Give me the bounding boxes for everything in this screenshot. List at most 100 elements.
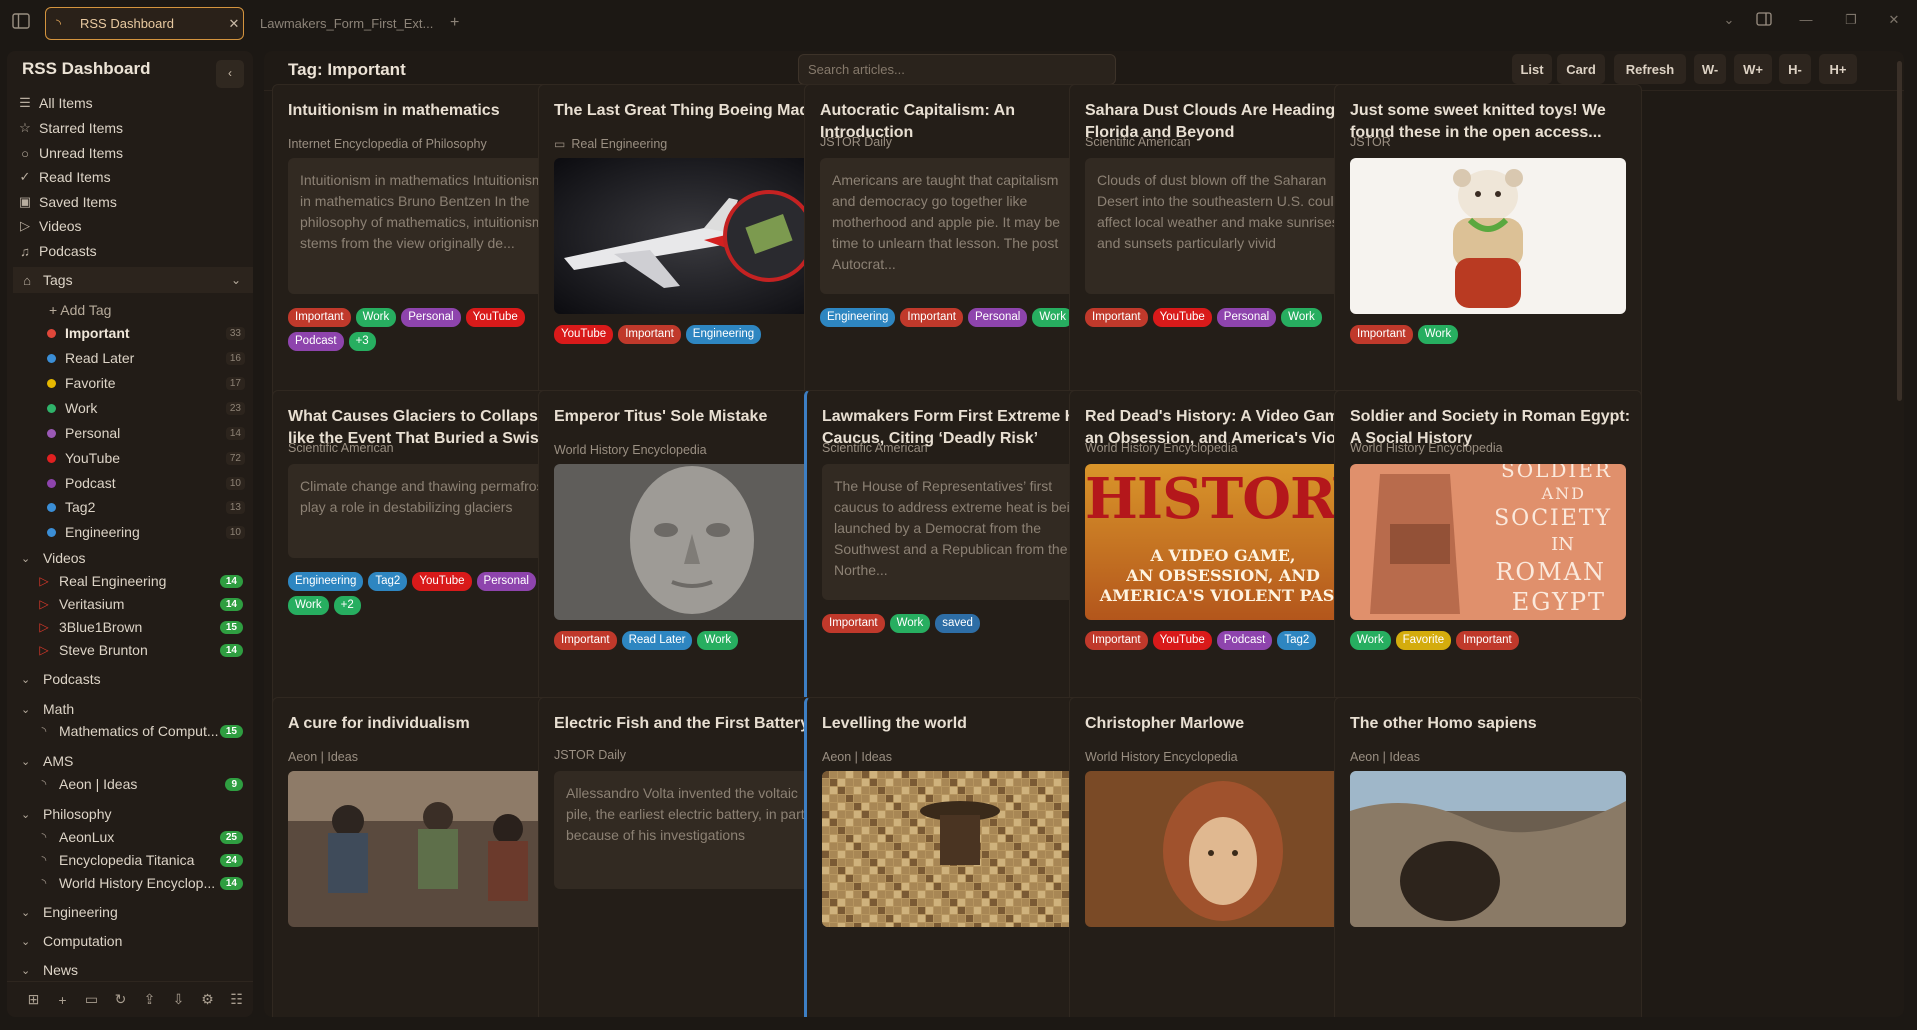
article-card[interactable]: Electric Fish and the First Battery JSTOR… (538, 697, 846, 1017)
minimize-icon[interactable]: — (1795, 12, 1817, 34)
list-view-button[interactable]: List (1512, 54, 1552, 84)
chevron-down-icon[interactable]: ⌄ (1718, 12, 1740, 34)
tag-item-read-later[interactable]: Read Later 16 (47, 347, 249, 369)
folder-computation[interactable]: ⌄ Computation (21, 930, 251, 952)
tag-badge[interactable]: YouTube (465, 308, 525, 327)
add-folder-icon[interactable]: ⊞ (19, 991, 48, 1008)
folder-podcasts[interactable]: ⌄ Podcasts (21, 668, 251, 690)
tag-badge[interactable]: Important (822, 614, 885, 633)
refresh-button[interactable]: Refresh (1614, 54, 1686, 84)
tag-badge[interactable]: YouTube (1152, 631, 1212, 650)
tag-badge[interactable]: Tag2 (1277, 631, 1317, 650)
article-card[interactable]: Red Dead's History: A Video Game, an Obs… (1069, 390, 1377, 750)
article-title[interactable]: The other Homo sapiens (1350, 713, 1632, 735)
article-card[interactable]: A cure for individualism Aeon | Ideas (272, 697, 580, 1017)
new-tab-button[interactable]: + (450, 14, 459, 32)
article-title[interactable]: Just some sweet knitted toys! We found t… (1350, 100, 1632, 144)
tag-item-work[interactable]: Work 23 (47, 397, 249, 419)
card-view-button[interactable]: Card (1557, 54, 1605, 84)
tag-item-favorite[interactable]: Favorite 17 (47, 372, 249, 394)
tag-badge[interactable]: Important (1085, 631, 1148, 650)
tag-badge[interactable]: Work (1350, 631, 1391, 650)
article-card[interactable]: Levelling the world Aeon | Ideas (804, 697, 1112, 1017)
tag-badge[interactable]: Important (1085, 308, 1148, 327)
feed-item[interactable]: ◝ Encyclopedia Titanica 24 (37, 849, 249, 871)
tag-item-youtube[interactable]: YouTube 72 (47, 447, 249, 469)
close-icon[interactable]: ✕ (225, 16, 243, 32)
import-icon[interactable]: ⇩ (164, 991, 193, 1008)
tag-badge[interactable]: Important (900, 308, 963, 327)
height-decrease-button[interactable]: H- (1779, 54, 1811, 84)
width-increase-button[interactable]: W+ (1734, 54, 1772, 84)
feed-item[interactable]: ◝ AeonLux 25 (37, 826, 249, 848)
tag-badge[interactable]: Personal (401, 308, 461, 327)
export-icon[interactable]: ⇪ (135, 991, 164, 1008)
tag-badge[interactable]: YouTube (412, 572, 472, 591)
tag-badge[interactable]: Work (1281, 308, 1322, 327)
tag-badge[interactable]: saved (935, 614, 980, 633)
tag-badge[interactable]: Important (554, 631, 617, 650)
article-card[interactable]: Soldier and Society in Roman Egypt: A So… (1334, 390, 1642, 750)
tag-badge[interactable]: Work (889, 614, 931, 633)
folder-engineering[interactable]: ⌄ Engineering (21, 901, 251, 923)
article-title[interactable]: A cure for individualism (288, 713, 570, 735)
gear-icon[interactable]: ⚙ (193, 991, 222, 1008)
folder-ams[interactable]: ⌄ AMS (21, 750, 251, 772)
feed-item[interactable]: ▷ Real Engineering 14 (37, 570, 249, 592)
feed-item[interactable]: ▷ Steve Brunton 14 (37, 639, 249, 661)
article-card[interactable]: Emperor Titus' Sole Mistake World History… (538, 390, 846, 750)
split-view-icon[interactable] (1753, 12, 1775, 34)
scrollbar[interactable] (1897, 61, 1902, 401)
nav-read-items[interactable]: ✓ Read Items (17, 166, 247, 188)
tag-badge[interactable]: YouTube (554, 325, 614, 344)
tags-section-header[interactable]: ⌂ Tags ⌄ (13, 267, 253, 293)
video-icon[interactable]: ▭ (77, 991, 106, 1008)
tag-badge[interactable]: Work (288, 596, 329, 615)
article-title[interactable]: Electric Fish and the First Battery (554, 713, 836, 735)
maximize-icon[interactable]: ❐ (1840, 12, 1862, 34)
tag-item-tag2[interactable]: Tag2 13 (47, 496, 249, 518)
add-tag-button[interactable]: + Add Tag (49, 302, 111, 318)
article-card[interactable]: Lawmakers Form First Extreme Heat Caucus… (804, 390, 1112, 750)
article-title[interactable]: Emperor Titus' Sole Mistake (554, 406, 836, 428)
feed-item[interactable]: ▷ 3Blue1Brown 15 (37, 616, 249, 638)
tag-badge[interactable]: Tag2 (368, 572, 408, 591)
tag-badge[interactable]: Personal (476, 572, 536, 591)
tag-badge[interactable]: Podcast (288, 332, 344, 351)
tag-badge[interactable]: Podcast (1216, 631, 1273, 650)
feed-item[interactable]: ◝ Aeon | Ideas 9 (37, 773, 249, 795)
tab-rss-dashboard[interactable]: ◝ RSS Dashboard ✕ (45, 7, 244, 40)
folder-videos[interactable]: ⌄ Videos (21, 547, 251, 569)
add-feed-icon[interactable]: + (48, 992, 77, 1008)
tag-badge[interactable]: Personal (1216, 308, 1277, 327)
tag-badge[interactable]: +3 (348, 332, 376, 351)
tag-item-podcast[interactable]: Podcast 10 (47, 472, 249, 494)
folder-news[interactable]: ⌄ News (21, 959, 251, 981)
nav-saved-items[interactable]: ▣ Saved Items (17, 191, 247, 213)
list-view-icon[interactable]: ☷ (222, 991, 251, 1008)
tag-badge[interactable]: Personal (967, 308, 1028, 327)
tag-item-important[interactable]: Important 33 (47, 322, 249, 344)
refresh-icon[interactable]: ↻ (106, 991, 135, 1008)
feed-item[interactable]: ◝ World History Encyclop... 14 (37, 872, 249, 894)
folder-math[interactable]: ⌄ Math (21, 698, 251, 720)
feed-item[interactable]: ▷ Veritasium 14 (37, 593, 249, 615)
toggle-sidebar-icon[interactable] (12, 13, 34, 33)
tag-badge[interactable]: Important (288, 308, 351, 327)
nav-unread-items[interactable]: ○ Unread Items (17, 142, 247, 164)
search-input[interactable] (798, 54, 1116, 85)
article-title[interactable]: Intuitionism in mathematics (288, 100, 570, 122)
tag-badge[interactable]: Favorite (1395, 631, 1452, 650)
tag-badge[interactable]: Work (1417, 325, 1459, 344)
height-increase-button[interactable]: H+ (1819, 54, 1857, 84)
tag-badge[interactable]: Important (618, 325, 681, 344)
tag-badge[interactable]: Read Later (621, 631, 693, 650)
width-decrease-button[interactable]: W- (1694, 54, 1726, 84)
tag-badge[interactable]: Work (355, 308, 397, 327)
article-title[interactable]: Christopher Marlowe (1085, 713, 1367, 735)
folder-philosophy[interactable]: ⌄ Philosophy (21, 803, 251, 825)
collapse-sidebar-button[interactable]: ‹ (216, 60, 244, 88)
tag-badge[interactable]: Engineering (288, 572, 364, 591)
article-card[interactable]: Christopher Marlowe World History Encyclo… (1069, 697, 1377, 1017)
tag-badge[interactable]: +2 (333, 596, 361, 615)
